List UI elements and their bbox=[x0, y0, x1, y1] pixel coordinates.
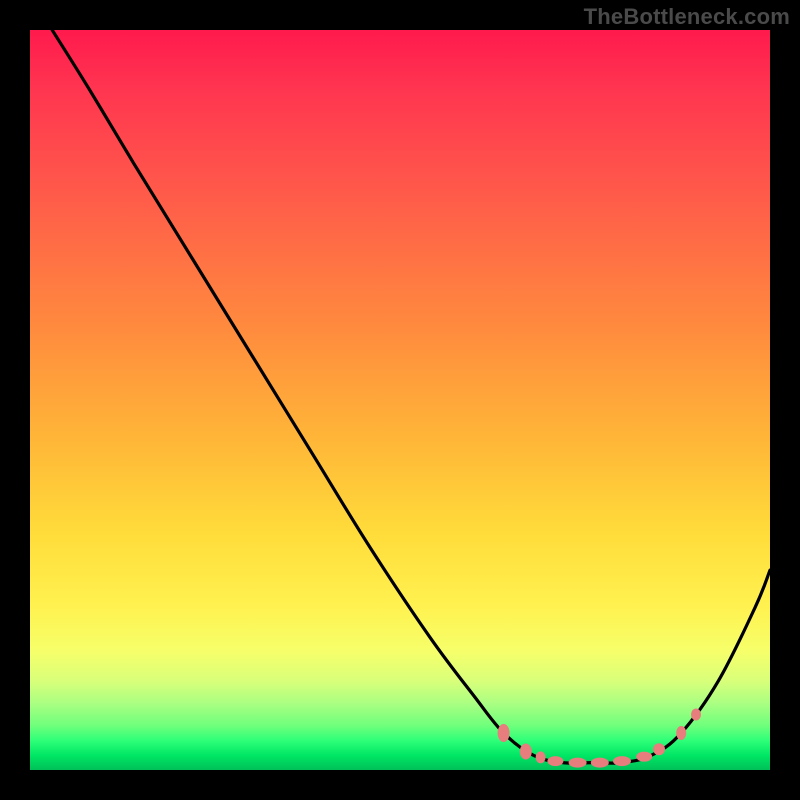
valley-marker bbox=[653, 743, 665, 755]
valley-marker bbox=[520, 744, 532, 760]
valley-marker bbox=[691, 709, 701, 721]
valley-marker bbox=[498, 724, 510, 742]
chart-svg bbox=[30, 30, 770, 770]
valley-marker bbox=[591, 758, 609, 768]
valley-marker bbox=[536, 751, 546, 763]
watermark-text: TheBottleneck.com bbox=[584, 4, 790, 30]
valley-marker bbox=[547, 756, 563, 766]
valley-marker bbox=[676, 726, 686, 740]
chart-frame: TheBottleneck.com bbox=[0, 0, 800, 800]
bottleneck-curve bbox=[52, 30, 770, 763]
valley-marker bbox=[613, 756, 631, 766]
valley-marker bbox=[636, 752, 652, 762]
valley-marker bbox=[569, 758, 587, 768]
plot-area bbox=[30, 30, 770, 770]
